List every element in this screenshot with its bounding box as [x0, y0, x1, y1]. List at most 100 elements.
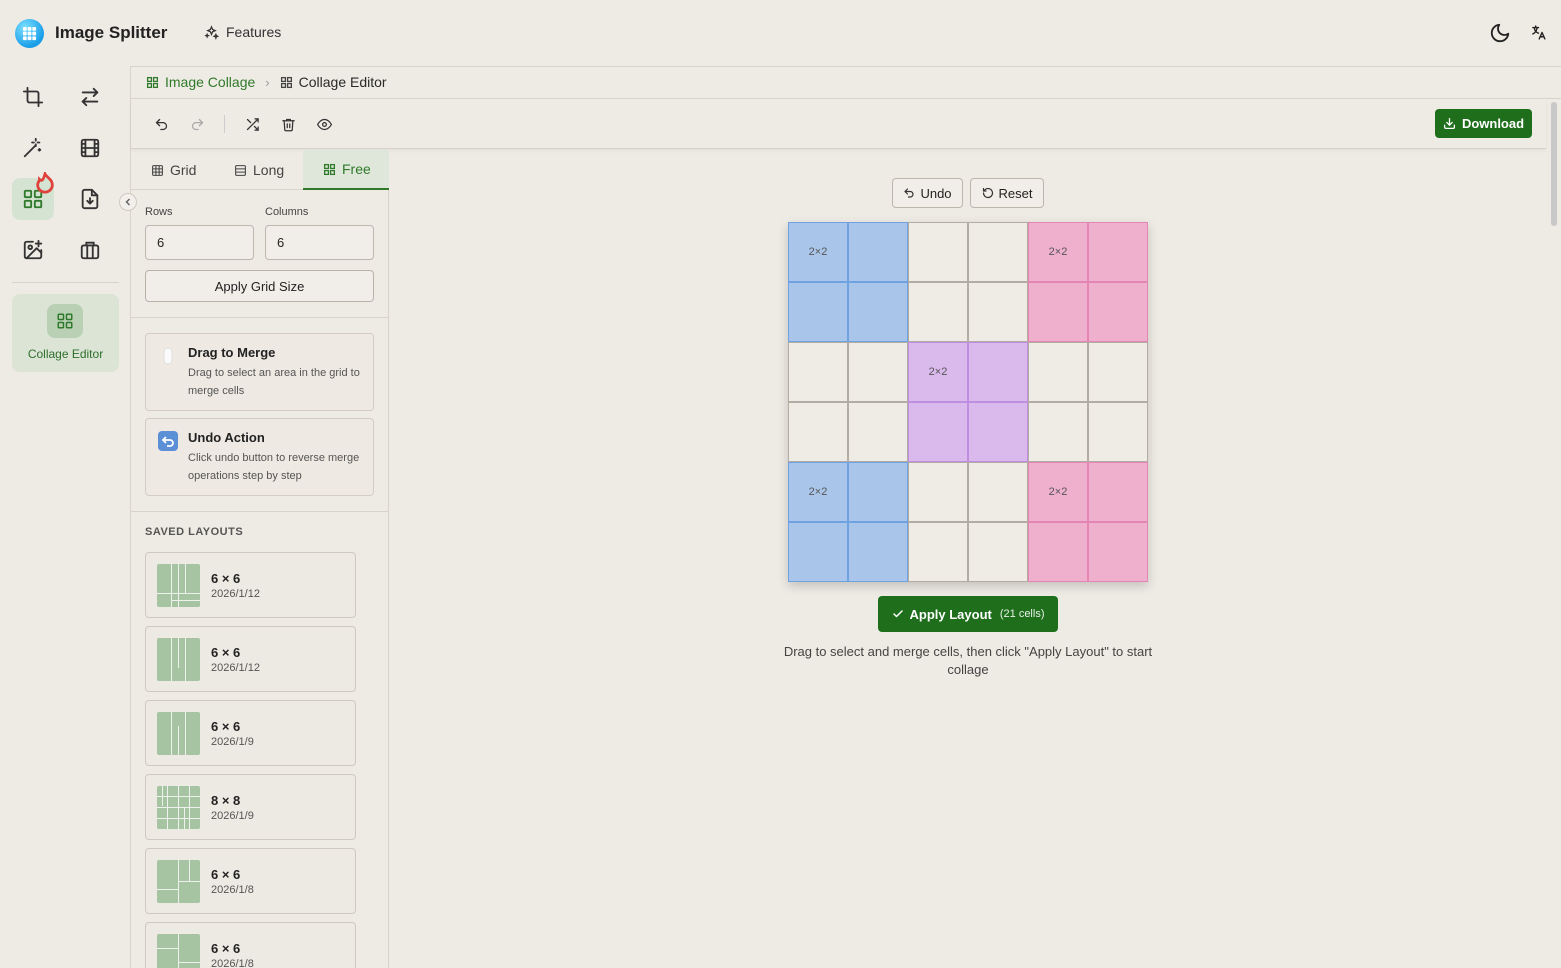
grid-cell[interactable] [848, 402, 908, 462]
merged-cell[interactable] [848, 462, 908, 522]
app-title[interactable]: Image Splitter [55, 23, 167, 43]
layout-name: 6 × 6 [211, 571, 241, 586]
film-icon[interactable] [69, 127, 111, 169]
merged-cell[interactable] [1088, 222, 1148, 282]
collage-editor-nav-card[interactable]: Collage Editor [12, 294, 119, 372]
layout-icon [323, 163, 336, 175]
merged-cell[interactable] [968, 342, 1028, 402]
grid-cell[interactable] [1028, 342, 1088, 402]
grid-cell[interactable] [968, 282, 1028, 342]
grid-cell[interactable] [908, 522, 968, 582]
editor-undo-button[interactable]: Undo [892, 178, 963, 208]
merged-cell[interactable] [908, 402, 968, 462]
grid-cell[interactable] [908, 222, 968, 282]
layout-name: 6 × 6 [211, 719, 241, 734]
layout-name: 8 × 8 [211, 793, 241, 808]
merged-cell[interactable] [1028, 282, 1088, 342]
grid-cell[interactable] [1088, 402, 1148, 462]
grid-cell[interactable] [968, 462, 1028, 522]
magic-wand-icon[interactable] [12, 127, 54, 169]
eye-icon[interactable] [315, 115, 333, 133]
cells-count: (21 cells) [999, 608, 1045, 620]
merged-cell[interactable] [1028, 522, 1088, 582]
merged-cell[interactable] [848, 222, 908, 282]
grid-cell[interactable] [1088, 342, 1148, 402]
layout-name: 6 × 6 [211, 645, 241, 660]
merged-cell[interactable] [968, 402, 1028, 462]
hot-badge-icon [36, 172, 54, 194]
crop-icon[interactable] [12, 76, 54, 118]
rail-divider [12, 282, 119, 283]
features-link[interactable]: Features [204, 24, 281, 40]
merged-cell[interactable]: 2×2 [788, 222, 848, 282]
saved-layout-item[interactable]: 6 × 6 2026/1/12 [145, 552, 356, 618]
tip-description: Drag to select an area in the grid to me… [188, 367, 360, 397]
saved-layouts-heading: SAVED LAYOUTS [145, 526, 244, 538]
collage-icon[interactable] [12, 172, 54, 220]
merged-cell[interactable]: 2×2 [788, 462, 848, 522]
dark-mode-icon[interactable] [1489, 22, 1511, 44]
tool-rail: Collage Editor [0, 66, 131, 968]
saved-layout-item[interactable]: 8 × 8 2026/1/9 [145, 774, 356, 840]
merged-cell[interactable] [1088, 522, 1148, 582]
layout-date: 2026/1/12 [211, 662, 260, 674]
apply-layout-button[interactable]: Apply Layout (21 cells) [878, 596, 1058, 632]
merged-cell[interactable] [1088, 462, 1148, 522]
language-icon[interactable] [1530, 24, 1547, 41]
rows-input[interactable] [145, 225, 254, 260]
merged-cell[interactable]: 2×2 [908, 342, 968, 402]
briefcase-icon[interactable] [69, 229, 111, 271]
grid-cell[interactable] [788, 402, 848, 462]
download-button[interactable]: Download [1435, 109, 1532, 138]
apply-layout-label: Apply Layout [909, 606, 992, 622]
merged-cell[interactable] [848, 282, 908, 342]
saved-layout-item[interactable]: 6 × 6 2026/1/12 [145, 626, 356, 692]
redo-icon[interactable] [188, 115, 206, 133]
page-scrollbar[interactable] [1548, 99, 1561, 968]
tab-long[interactable]: Long [214, 150, 303, 190]
editor-reset-label: Reset [998, 185, 1033, 201]
merged-cell[interactable] [1088, 282, 1148, 342]
grid-cell[interactable] [968, 222, 1028, 282]
page-scrollbar-thumb[interactable] [1551, 102, 1557, 226]
tab-free[interactable]: Free [303, 150, 389, 190]
download-label: Download [1461, 116, 1525, 131]
tab-grid-label: Grid [170, 162, 197, 178]
merged-cell[interactable]: 2×2 [1028, 462, 1088, 522]
app-logo-icon[interactable] [15, 19, 44, 48]
layout-thumbnail [157, 564, 200, 607]
saved-layout-item[interactable]: 6 × 6 2026/1/8 [145, 848, 356, 914]
collapse-sidebar-button[interactable] [119, 193, 137, 211]
grid-cell[interactable] [908, 462, 968, 522]
grid-cell[interactable] [788, 342, 848, 402]
grid-cell[interactable] [848, 342, 908, 402]
shuffle-icon[interactable] [243, 115, 261, 133]
convert-icon[interactable] [69, 76, 111, 118]
tab-grid[interactable]: Grid [131, 150, 214, 190]
grid-cell[interactable] [1028, 402, 1088, 462]
merged-cell[interactable] [848, 522, 908, 582]
grid-cell[interactable] [908, 282, 968, 342]
saved-layout-item[interactable]: 6 × 6 2026/1/9 [145, 700, 356, 766]
grid-cell[interactable] [968, 522, 1028, 582]
trash-icon[interactable] [279, 115, 297, 133]
top-bar: Image Splitter Features [0, 0, 1561, 66]
layout-date: 2026/1/9 [211, 736, 254, 748]
merged-cell[interactable] [788, 522, 848, 582]
tip-drag-to-merge: Drag to Merge Drag to select an area in … [145, 333, 374, 411]
undo-icon[interactable] [152, 115, 170, 133]
merged-cell[interactable]: 2×2 [1028, 222, 1088, 282]
merged-cell[interactable] [788, 282, 848, 342]
breadcrumb-collage-editor: Collage Editor [280, 74, 387, 90]
collage-grid[interactable]: 2×2 2×2 2×2 2×2 2×2 [788, 222, 1148, 582]
chevron-right-icon: › [265, 74, 270, 90]
merged-size-label: 2×2 [1048, 246, 1068, 258]
file-download-icon[interactable] [69, 178, 111, 220]
breadcrumb-image-collage[interactable]: Image Collage [146, 74, 255, 90]
editor-reset-button[interactable]: Reset [970, 178, 1044, 208]
saved-layout-item[interactable]: 6 × 6 2026/1/8 [145, 922, 356, 968]
image-edit-icon[interactable] [12, 229, 54, 271]
tip-description: Click undo button to reverse merge opera… [188, 452, 360, 482]
columns-input[interactable] [265, 225, 374, 260]
apply-grid-size-button[interactable]: Apply Grid Size [145, 270, 374, 302]
